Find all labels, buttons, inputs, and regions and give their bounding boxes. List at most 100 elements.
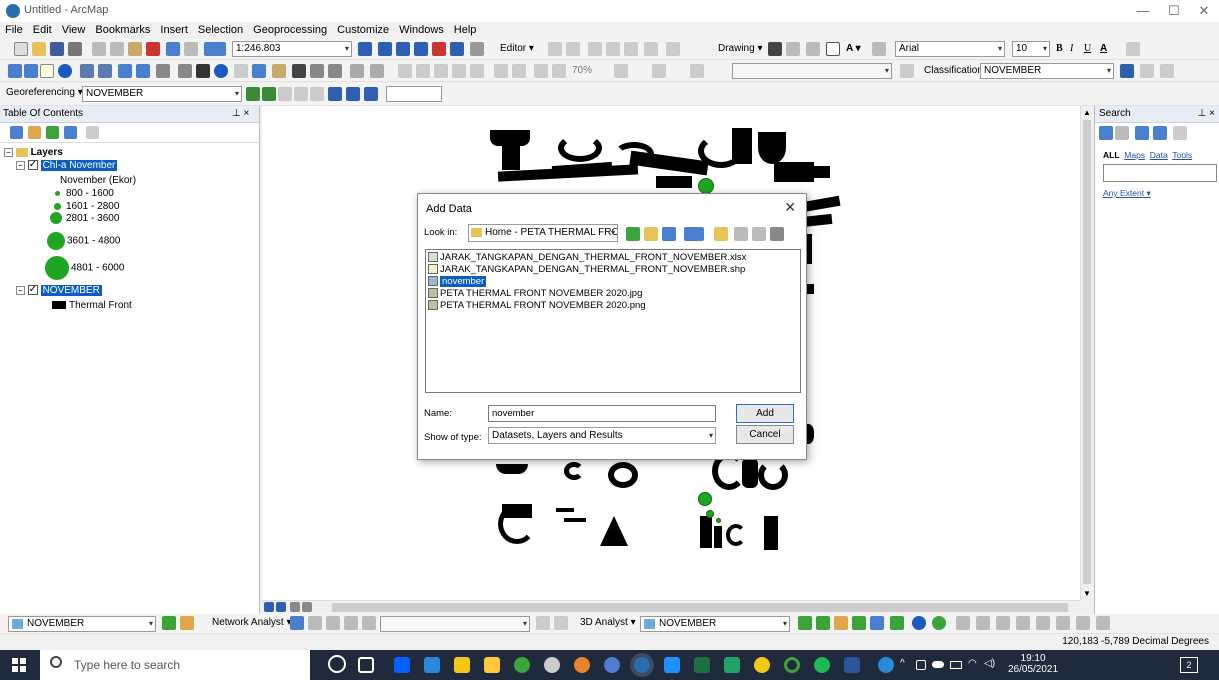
toolbox-icon[interactable] <box>432 42 446 56</box>
hyperlink-icon[interactable] <box>234 64 248 78</box>
sheets-app-icon[interactable] <box>724 657 740 673</box>
bold-button[interactable]: B <box>1056 43 1063 54</box>
georeferencing-menu[interactable]: Georeferencing ▾ <box>6 87 83 98</box>
layout-extra-icon[interactable] <box>690 64 704 78</box>
underline-button[interactable]: U <box>1084 43 1091 54</box>
layout-draft-icon[interactable] <box>614 64 628 78</box>
file-item-shp[interactable]: JARAK_TANGKAPAN_DENGAN_THERMAL_FRONT_NOV… <box>428 264 745 276</box>
layout-change-icon[interactable] <box>534 64 548 78</box>
arcglobe-icon[interactable] <box>932 616 946 630</box>
spotify-icon[interactable] <box>814 657 830 673</box>
class-item-3[interactable]: 2801 - 3600 <box>50 212 119 225</box>
auto-registration-icon[interactable] <box>294 87 308 101</box>
attributes-icon[interactable] <box>666 42 680 56</box>
search-window-icon[interactable] <box>414 42 428 56</box>
file-item-png[interactable]: PETA THERMAL FRONT NOVEMBER 2020.png <box>428 300 646 312</box>
time-window-icon[interactable] <box>976 616 990 630</box>
network-build-icon[interactable] <box>344 616 358 630</box>
firefox-icon[interactable] <box>574 657 590 673</box>
layout-grid-icon[interactable] <box>552 64 566 78</box>
empty-combo[interactable]: ▾ <box>732 63 892 79</box>
look-in-combo[interactable]: Home - PETA THERMAL FRONT ▾ <box>468 224 618 242</box>
measure-icon[interactable] <box>272 64 286 78</box>
toc-pin-close[interactable]: ⊥ × <box>232 108 249 119</box>
font-combo[interactable]: Arial ▾ <box>895 41 1005 57</box>
layout-full-page-icon[interactable] <box>452 64 466 78</box>
map-scale-combo[interactable]: 1:246.803 ▾ <box>232 41 352 57</box>
class-histogram-icon[interactable] <box>1120 64 1134 78</box>
viewer-icon[interactable] <box>346 87 360 101</box>
georef-layer-combo[interactable]: NOVEMBER ▾ <box>82 86 242 102</box>
shift-georef-icon[interactable] <box>262 87 276 101</box>
search-options-icon[interactable] <box>1173 126 1187 140</box>
menu-windows[interactable]: Windows <box>394 22 449 38</box>
name-input[interactable] <box>488 405 716 422</box>
menu-file[interactable]: File <box>0 22 28 38</box>
search-back-icon[interactable] <box>1099 126 1113 140</box>
font-color-button[interactable]: A <box>1100 43 1107 54</box>
new-document-icon[interactable] <box>14 42 28 56</box>
globe-icon[interactable] <box>912 616 926 630</box>
battery-icon[interactable] <box>950 661 962 669</box>
edit-tool-icon[interactable] <box>548 42 562 56</box>
minimize-button[interactable]: — <box>1128 2 1158 20</box>
data-driven-pages-icon[interactable] <box>652 64 666 78</box>
straight-segment-icon[interactable] <box>588 42 602 56</box>
word-icon[interactable] <box>844 657 860 673</box>
view-link-table-icon[interactable] <box>328 87 342 101</box>
animation-icon[interactable] <box>996 616 1010 630</box>
edit-vertices-icon[interactable] <box>872 42 886 56</box>
menu-help[interactable]: Help <box>449 22 482 38</box>
3d-analyst-layer-combo[interactable]: NOVEMBER ▾ <box>640 616 790 632</box>
thermal-front-legend[interactable]: Thermal Front <box>52 299 132 312</box>
full-extent-icon[interactable] <box>58 64 72 78</box>
arcmap-taskbar-icon[interactable] <box>634 657 650 673</box>
maximize-button[interactable]: ☐ <box>1159 2 1189 20</box>
layer-chl-a-checkbox[interactable] <box>27 158 38 171</box>
select-elements-arrow-icon[interactable] <box>196 64 210 78</box>
zoom-in-icon[interactable] <box>8 64 22 78</box>
class-chart-icon[interactable] <box>1140 64 1154 78</box>
select-link-icon[interactable] <box>310 87 324 101</box>
undo-icon[interactable] <box>166 42 180 56</box>
menu-bookmarks[interactable]: Bookmarks <box>90 22 155 38</box>
go-home-icon[interactable] <box>644 227 658 241</box>
interpolate-icon[interactable] <box>890 616 904 630</box>
zoom-percent[interactable]: 70% <box>572 65 592 76</box>
analyst-tool2-icon[interactable] <box>554 616 568 630</box>
catalog-window-icon[interactable] <box>396 42 410 56</box>
fixed-zoom-out-icon[interactable] <box>98 64 112 78</box>
search-tab-maps[interactable]: Maps <box>1124 150 1145 160</box>
georef-input-combo[interactable] <box>386 86 442 102</box>
go-to-xy-icon[interactable] <box>328 64 342 78</box>
table-tool-icon[interactable] <box>1056 616 1070 630</box>
cortana-icon[interactable] <box>328 655 346 673</box>
up-one-level-icon[interactable] <box>626 227 640 241</box>
fill-color-icon[interactable] <box>1126 42 1140 56</box>
class-item-5[interactable]: 4801 - 6000 <box>45 256 124 280</box>
search-tab-tools[interactable]: Tools <box>1172 150 1192 160</box>
network-analyst-menu[interactable]: Network Analyst ▾ <box>212 617 292 628</box>
list-by-source-icon[interactable] <box>28 126 41 139</box>
data-view-icon[interactable] <box>264 602 274 612</box>
search-home-icon[interactable] <box>1135 126 1149 140</box>
file-item-november[interactable]: november <box>428 276 487 288</box>
class-settings-icon[interactable] <box>1160 64 1174 78</box>
scroll-up-icon[interactable]: ▲ <box>1083 108 1091 117</box>
find-route-icon[interactable] <box>310 64 324 78</box>
list-by-drawing-order-icon[interactable] <box>10 126 23 139</box>
catch-point-symbol[interactable] <box>698 492 712 506</box>
pan-icon[interactable] <box>40 64 54 78</box>
view-menu-icon[interactable] <box>684 227 704 241</box>
new-text-icon[interactable] <box>806 42 820 56</box>
class-item-4[interactable]: 3601 - 4800 <box>47 232 120 250</box>
file-item-jpg[interactable]: PETA THERMAL FRONT NOVEMBER 2020.jpg <box>428 288 642 300</box>
histogram-icon[interactable] <box>180 616 194 630</box>
edit-annotation-icon[interactable] <box>566 42 580 56</box>
report-icon[interactable] <box>1076 616 1090 630</box>
model-builder-icon[interactable] <box>470 42 484 56</box>
graph-icon[interactable] <box>1036 616 1050 630</box>
class-item-1[interactable]: 800 - 1600 <box>52 187 114 200</box>
show-of-type-combo[interactable]: Datasets, Layers and Results ▾ <box>488 427 716 444</box>
layout-view-icon[interactable] <box>276 602 286 612</box>
